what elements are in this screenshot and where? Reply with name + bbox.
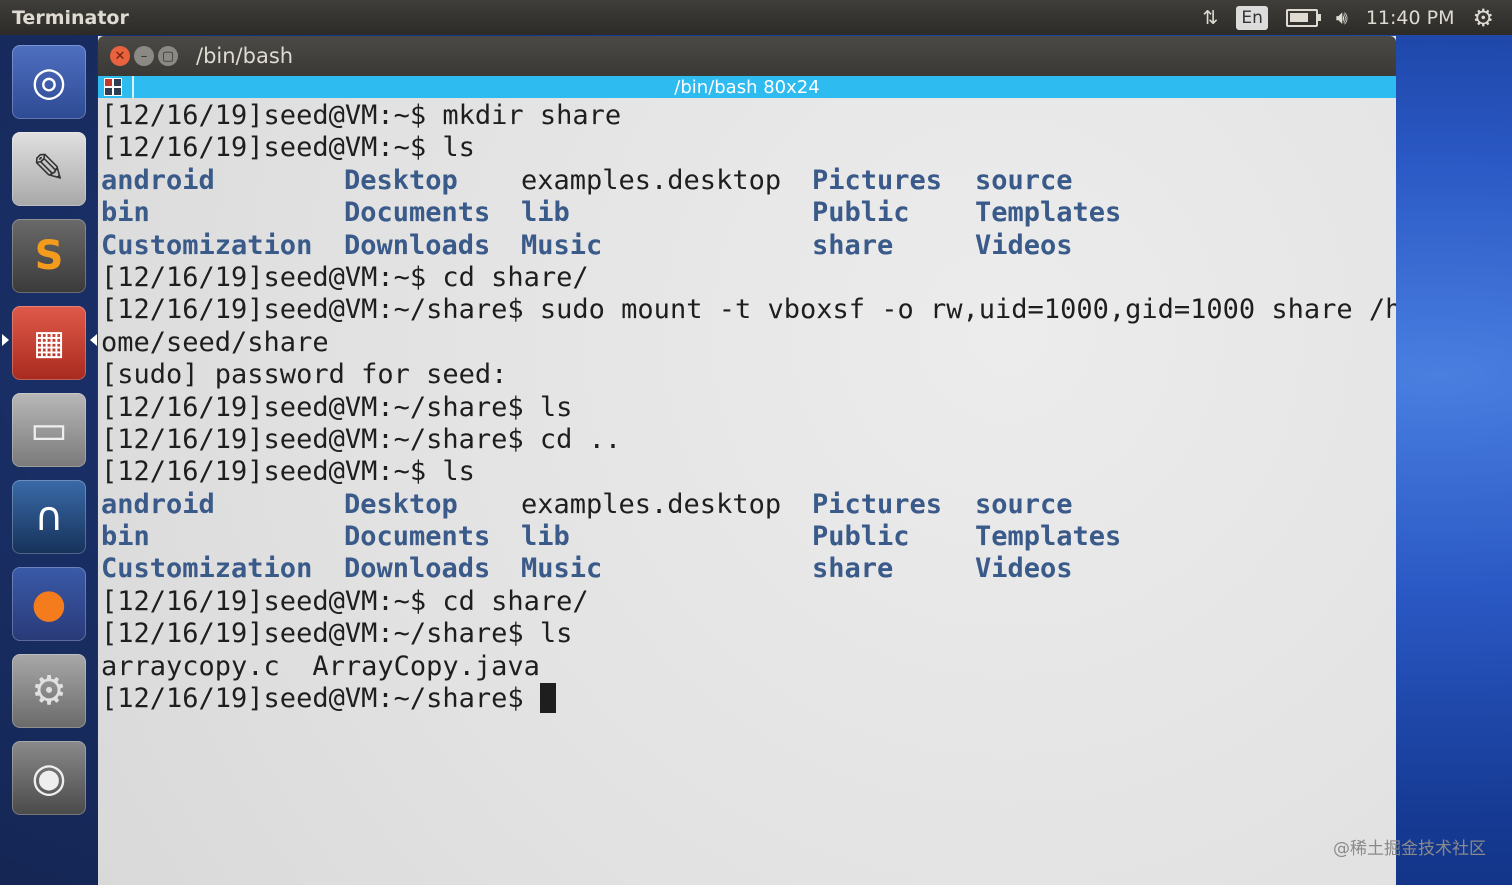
ls-directory-entry: Downloads — [344, 553, 491, 585]
launcher: ◎ ✎ S ▦ ▭ ∩ ● ⚙ ◉ — [0, 35, 97, 885]
ls-file-entry: examples.desktop — [521, 164, 782, 196]
ls-directory-entry: Videos — [975, 229, 1073, 261]
terminal-tab-bar[interactable]: /bin/bash 80x24 — [98, 76, 1396, 98]
ls-directory-entry: share — [812, 229, 894, 261]
ls-output-row: android Desktop examples.desktop Pictures so… — [101, 489, 1396, 521]
ls-directory-entry: Desktop — [344, 488, 458, 520]
volume-icon[interactable]: 🔊︎ — [1336, 7, 1348, 29]
terminal-line: [12/16/19]seed@VM:~/share$ ls — [101, 618, 573, 650]
network-icon[interactable]: ⇅ — [1202, 7, 1218, 29]
layout-grid-icon[interactable] — [104, 78, 122, 96]
terminal-output: [12/16/19]seed@VM:~$ mkdir share [12/16/1… — [101, 100, 1396, 715]
tab-separator — [132, 76, 134, 98]
ls-directory-entry: bin — [101, 521, 150, 553]
ubuntu-logo-icon: ◎ — [31, 59, 67, 105]
ls-directory-entry: android — [101, 164, 215, 196]
text-editor-icon: ✎ — [32, 146, 66, 192]
terminal-line: [12/16/19]seed@VM:~/share$ sudo mount -t… — [101, 294, 1396, 326]
ls-output-row: bin Documents lib Public Templates — [101, 521, 1396, 553]
text-cursor — [539, 683, 556, 714]
terminal-line: [12/16/19]seed@VM:~$ ls — [101, 132, 475, 164]
minimize-icon: – — [140, 48, 148, 64]
ls-directory-entry: Pictures — [812, 164, 943, 196]
top-panel: Terminator ⇅ En 🔊︎ 11:40 PM ⚙ — [0, 0, 1512, 35]
ls-directory-entry: Customization — [101, 229, 313, 261]
ls-directory-entry: lib — [521, 197, 570, 229]
terminal-line: ome/seed/share — [101, 326, 329, 358]
clock[interactable]: 11:40 PM — [1366, 7, 1455, 29]
sublime-text-icon: S — [34, 233, 64, 279]
ls-directory-entry: Templates — [975, 197, 1122, 229]
terminal-prompt-line[interactable]: [12/16/19]seed@VM:~/share$ — [101, 683, 1396, 715]
keyboard-language-indicator[interactable]: En — [1236, 5, 1268, 30]
ls-output-row: Customization Downloads Music share Videos — [101, 230, 1396, 262]
close-icon: ✕ — [114, 48, 126, 64]
ls-directory-entry: Music — [521, 553, 603, 585]
wireshark-fin-icon: ∩ — [34, 494, 64, 540]
ls-directory-entry: share — [812, 553, 894, 585]
launcher-file-manager[interactable]: ▭ — [12, 393, 86, 467]
launcher-sublime-text[interactable]: S — [12, 219, 86, 293]
terminal-window: ✕ – ▢ /bin/bash /bin/bash 80x24 [12/16/1… — [98, 36, 1396, 885]
ls-output-row: android Desktop examples.desktop Pictures so… — [101, 165, 1396, 197]
ls-directory-entry: source — [975, 164, 1073, 196]
ls-directory-entry: Documents — [344, 197, 491, 229]
launcher-ubuntu-dash[interactable]: ◎ — [12, 45, 86, 119]
minimize-button[interactable]: – — [134, 46, 154, 66]
settings-wrench-icon: ⚙ — [31, 668, 67, 714]
launcher-wireshark[interactable]: ∩ — [12, 480, 86, 554]
terminal-tab-label: /bin/bash 80x24 — [674, 76, 820, 98]
terminal-line: arraycopy.c ArrayCopy.java — [101, 650, 540, 682]
active-indicator-right — [90, 334, 97, 346]
launcher-terminator[interactable]: ▦ — [12, 306, 86, 380]
active-app-name: Terminator — [12, 6, 129, 29]
terminal-line: [12/16/19]seed@VM:~$ cd share/ — [101, 585, 589, 617]
ls-directory-entry: lib — [521, 521, 570, 553]
ls-directory-entry: Customization — [101, 553, 313, 585]
ls-output-row: Customization Downloads Music share Videos — [101, 553, 1396, 585]
window-title: /bin/bash — [196, 44, 294, 68]
ls-directory-entry: Videos — [975, 553, 1073, 585]
ls-file-entry: examples.desktop — [521, 488, 782, 520]
gear-icon[interactable]: ⚙ — [1472, 4, 1494, 32]
active-indicator-left — [2, 334, 9, 346]
ls-directory-entry: Desktop — [344, 164, 458, 196]
ls-directory-entry: Pictures — [812, 488, 943, 520]
ls-directory-entry: Public — [812, 521, 910, 553]
disc-icon: ◉ — [31, 755, 67, 801]
terminal-line: [12/16/19]seed@VM:~$ mkdir share — [101, 100, 622, 131]
file-cabinet-icon: ▭ — [30, 407, 68, 453]
firefox-icon: ● — [31, 581, 67, 627]
maximize-button[interactable]: ▢ — [158, 46, 178, 66]
maximize-icon: ▢ — [161, 48, 175, 64]
ls-directory-entry: Public — [812, 197, 910, 229]
watermark: @稀土掘金技术社区 — [1333, 839, 1486, 859]
ls-output-row: bin Documents lib Public Templates — [101, 197, 1396, 229]
terminal-line: [12/16/19]seed@VM:~$ ls — [101, 456, 475, 488]
ls-directory-entry: android — [101, 488, 215, 520]
launcher-text-editor[interactable]: ✎ — [12, 132, 86, 206]
ls-directory-entry: Templates — [975, 521, 1122, 553]
ls-directory-entry: bin — [101, 197, 150, 229]
launcher-system-settings[interactable]: ⚙ — [12, 654, 86, 728]
launcher-firefox[interactable]: ● — [12, 567, 86, 641]
terminal-line: [12/16/19]seed@VM:~/share$ cd .. — [101, 423, 622, 455]
ls-directory-entry: Music — [521, 229, 603, 261]
ls-directory-entry: Documents — [344, 521, 491, 553]
launcher-dvd-drive[interactable]: ◉ — [12, 741, 86, 815]
terminator-icon: ▦ — [32, 323, 66, 363]
window-titlebar[interactable]: ✕ – ▢ /bin/bash — [98, 36, 1396, 76]
terminal-line: [sudo] password for seed: — [101, 359, 508, 391]
ls-directory-entry: Downloads — [344, 229, 491, 261]
terminal-line: [12/16/19]seed@VM:~/share$ ls — [101, 391, 573, 423]
indicator-area: ⇅ En 🔊︎ 11:40 PM ⚙ — [1202, 0, 1512, 35]
terminal-line: [12/16/19]seed@VM:~$ cd share/ — [101, 261, 589, 293]
battery-icon[interactable] — [1285, 8, 1321, 27]
terminal-prompt: [12/16/19]seed@VM:~/share$ — [101, 683, 540, 715]
close-button[interactable]: ✕ — [110, 46, 130, 66]
terminal-area[interactable]: [12/16/19]seed@VM:~$ mkdir share [12/16/1… — [98, 98, 1396, 885]
ls-directory-entry: source — [975, 488, 1073, 520]
